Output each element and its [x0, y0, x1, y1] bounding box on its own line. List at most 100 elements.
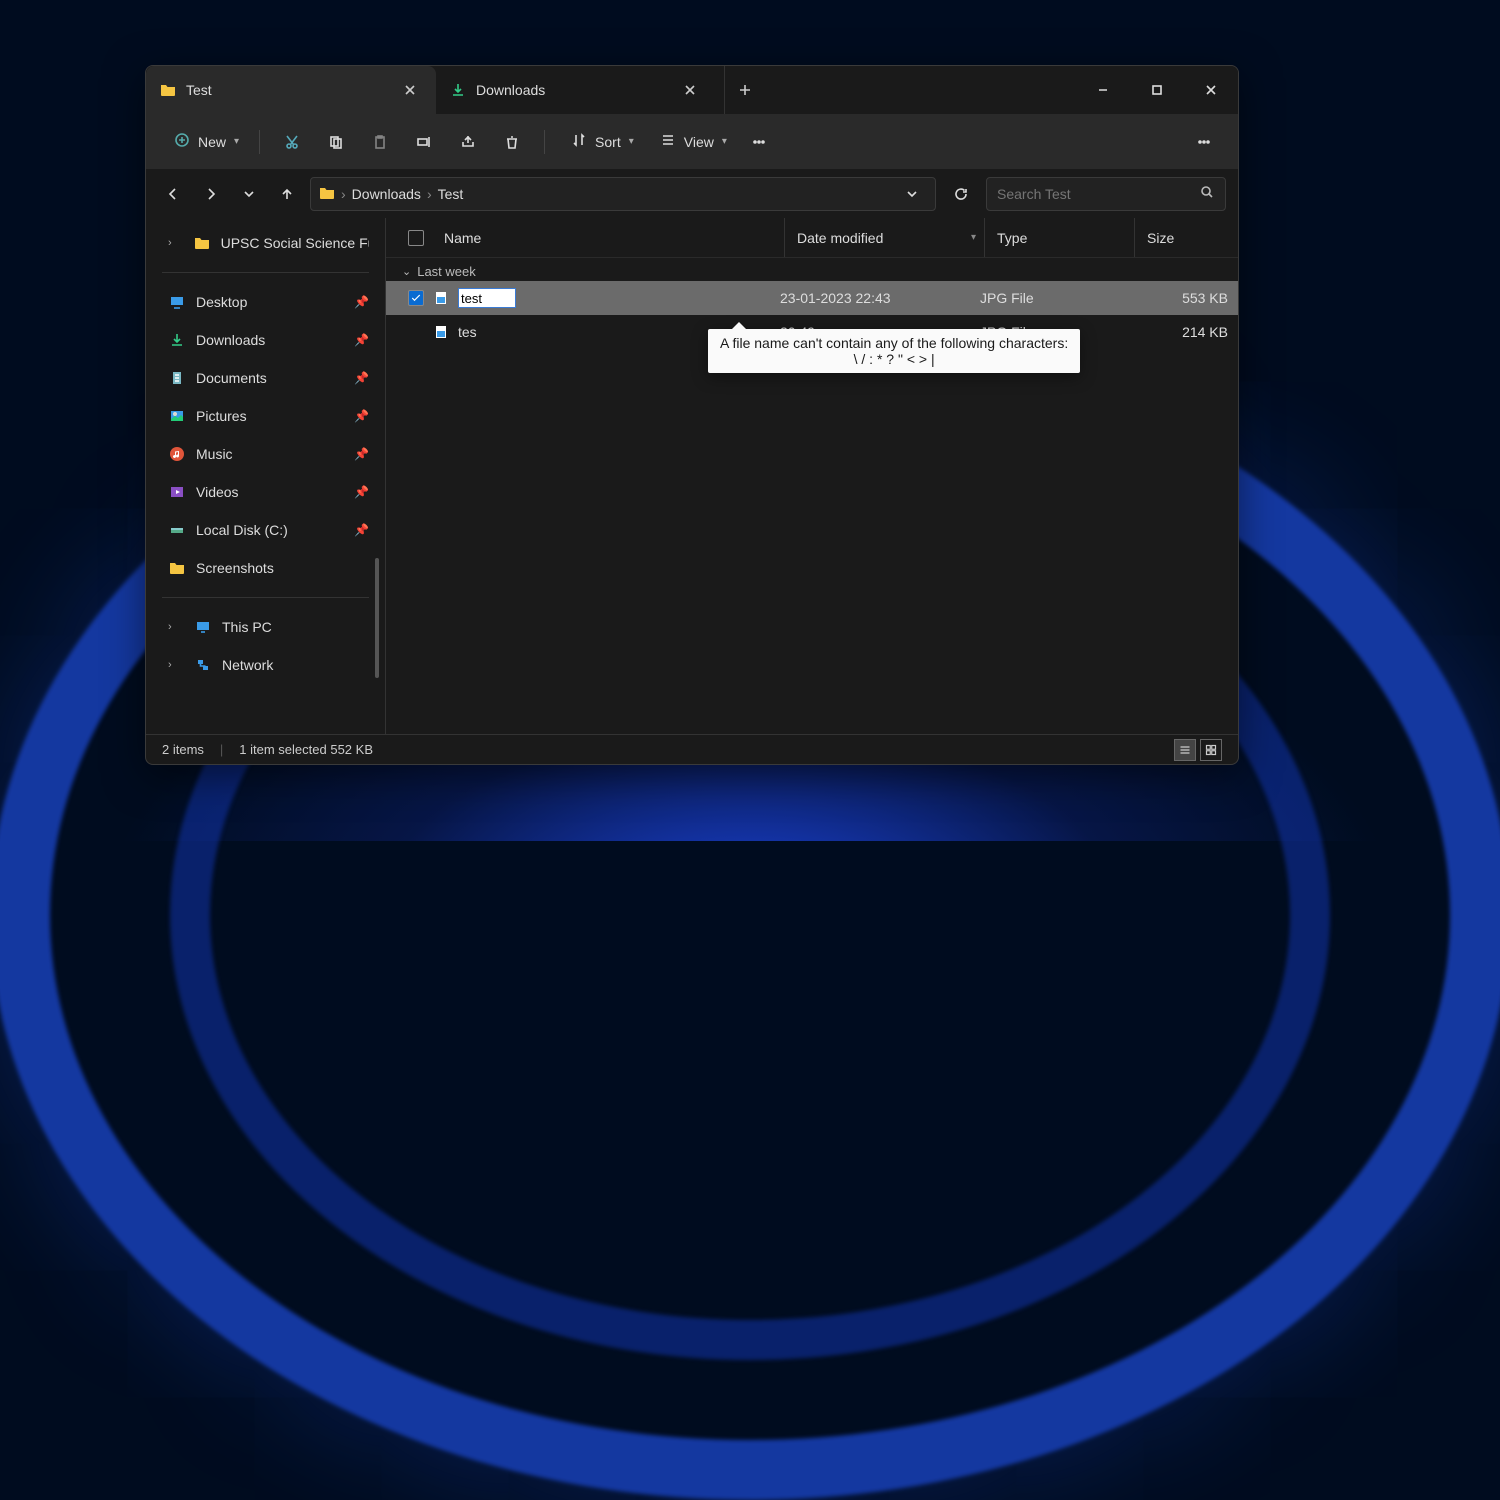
pin-icon: 📌 — [354, 295, 369, 309]
sidebar-item-desktop[interactable]: Desktop 📌 — [146, 283, 385, 321]
sidebar-item-local-disk[interactable]: Local Disk (C:) 📌 — [146, 511, 385, 549]
close-tab-icon[interactable] — [398, 78, 422, 102]
new-tab-button[interactable] — [724, 66, 764, 114]
row-checkbox[interactable] — [408, 290, 424, 306]
maximize-button[interactable] — [1130, 66, 1184, 114]
scrollbar[interactable] — [375, 558, 379, 678]
breadcrumb-test[interactable]: Test — [438, 186, 464, 202]
sidebar-item-this-pc[interactable]: › This PC — [146, 608, 385, 646]
overflow-button[interactable] — [1186, 124, 1222, 160]
selection-status: 1 item selected 552 KB — [239, 742, 373, 757]
filename-error-tooltip: A file name can't contain any of the fol… — [708, 329, 1080, 373]
copy-button[interactable] — [318, 124, 354, 160]
chevron-right-icon: › — [168, 659, 184, 671]
sidebar-item-pictures[interactable]: Pictures 📌 — [146, 397, 385, 435]
sidebar-item-label: UPSC Social Science Fu — [221, 235, 369, 251]
separator — [544, 130, 545, 154]
window-controls — [1076, 66, 1238, 114]
breadcrumb[interactable]: › Downloads › Test — [310, 177, 936, 211]
tab-downloads[interactable]: Downloads — [436, 66, 716, 114]
recent-button[interactable] — [234, 179, 264, 209]
sidebar-item-label: Videos — [196, 484, 239, 500]
paste-button[interactable] — [362, 124, 398, 160]
pin-icon: 📌 — [354, 371, 369, 385]
column-name[interactable]: Name — [444, 230, 784, 246]
disk-icon — [168, 521, 186, 539]
sidebar-item-upsc[interactable]: › UPSC Social Science Fu — [146, 224, 385, 262]
address-bar: › Downloads › Test — [146, 170, 1238, 218]
folder-icon — [319, 185, 335, 204]
chevron-down-icon: ▾ — [629, 136, 634, 147]
group-header[interactable]: ⌄ Last week — [386, 258, 1239, 281]
sidebar-item-label: Local Disk (C:) — [196, 522, 288, 538]
new-button[interactable]: New ▾ — [162, 124, 245, 160]
close-tab-icon[interactable] — [678, 78, 702, 102]
delete-button[interactable] — [494, 124, 530, 160]
list-icon — [660, 132, 676, 151]
column-type[interactable]: Type — [984, 218, 1134, 257]
column-headers: Name Date modified▾ Type Size — [386, 218, 1239, 258]
sort-indicator-icon: ▾ — [971, 232, 976, 243]
sidebar-item-music[interactable]: Music 📌 — [146, 435, 385, 473]
column-date[interactable]: Date modified▾ — [784, 218, 984, 257]
sidebar-item-label: Screenshots — [196, 560, 274, 576]
status-bar: 2 items | 1 item selected 552 KB — [146, 734, 1238, 764]
pin-icon: 📌 — [354, 333, 369, 347]
pin-icon: 📌 — [354, 409, 369, 423]
up-button[interactable] — [272, 179, 302, 209]
cut-button[interactable] — [274, 124, 310, 160]
window-tabbar: Test Downloads — [146, 66, 1238, 114]
chevron-right-icon: › — [168, 621, 184, 633]
close-window-button[interactable] — [1184, 66, 1238, 114]
view-button[interactable]: View ▾ — [648, 124, 733, 160]
forward-button[interactable] — [196, 179, 226, 209]
thumbnails-view-button[interactable] — [1200, 739, 1222, 761]
pc-icon — [194, 618, 212, 636]
minimize-button[interactable] — [1076, 66, 1130, 114]
breadcrumb-downloads[interactable]: Downloads — [352, 186, 421, 202]
search-field[interactable] — [997, 186, 1199, 202]
separator: | — [220, 742, 223, 757]
chevron-down-icon: ▾ — [234, 136, 239, 147]
select-all-checkbox[interactable] — [408, 230, 424, 246]
network-icon — [194, 656, 212, 674]
chevron-down-icon: ▾ — [722, 136, 727, 147]
file-name-editing — [458, 288, 768, 308]
chevron-down-icon[interactable] — [897, 186, 927, 202]
sidebar-item-downloads[interactable]: Downloads 📌 — [146, 321, 385, 359]
sidebar-item-documents[interactable]: Documents 📌 — [146, 359, 385, 397]
details-view-button[interactable] — [1174, 739, 1196, 761]
refresh-button[interactable] — [944, 177, 978, 211]
search-input[interactable] — [986, 177, 1226, 211]
folder-icon — [193, 234, 210, 252]
sidebar-item-network[interactable]: › Network — [146, 646, 385, 684]
item-count: 2 items — [162, 742, 204, 757]
music-icon — [168, 445, 186, 463]
tab-test[interactable]: Test — [146, 66, 436, 114]
explorer-body: › UPSC Social Science Fu Desktop 📌 Downl… — [146, 218, 1238, 734]
share-button[interactable] — [450, 124, 486, 160]
rename-button[interactable] — [406, 124, 442, 160]
file-explorer-window: Test Downloads New — [145, 65, 1239, 765]
back-button[interactable] — [158, 179, 188, 209]
sort-icon — [571, 132, 587, 151]
sidebar-item-videos[interactable]: Videos 📌 — [146, 473, 385, 511]
document-icon — [168, 369, 186, 387]
breadcrumb-sep: › — [341, 186, 346, 202]
separator — [162, 597, 369, 598]
more-button[interactable] — [741, 124, 777, 160]
sidebar-item-screenshots[interactable]: Screenshots — [146, 549, 385, 587]
separator — [162, 272, 369, 273]
sidebar: › UPSC Social Science Fu Desktop 📌 Downl… — [146, 218, 386, 734]
rename-input[interactable] — [458, 288, 516, 308]
folder-icon — [168, 559, 186, 577]
pin-icon: 📌 — [354, 447, 369, 461]
file-date: 23-01-2023 22:43 — [768, 290, 968, 306]
file-size: 214 KB — [1118, 324, 1228, 340]
sort-button[interactable]: Sort ▾ — [559, 124, 640, 160]
file-row[interactable]: 23-01-2023 22:43 JPG File 553 KB — [386, 281, 1239, 315]
desktop-icon — [168, 293, 186, 311]
column-size[interactable]: Size — [1134, 218, 1239, 257]
file-type: JPG File — [968, 290, 1118, 306]
pin-icon: 📌 — [354, 523, 369, 537]
